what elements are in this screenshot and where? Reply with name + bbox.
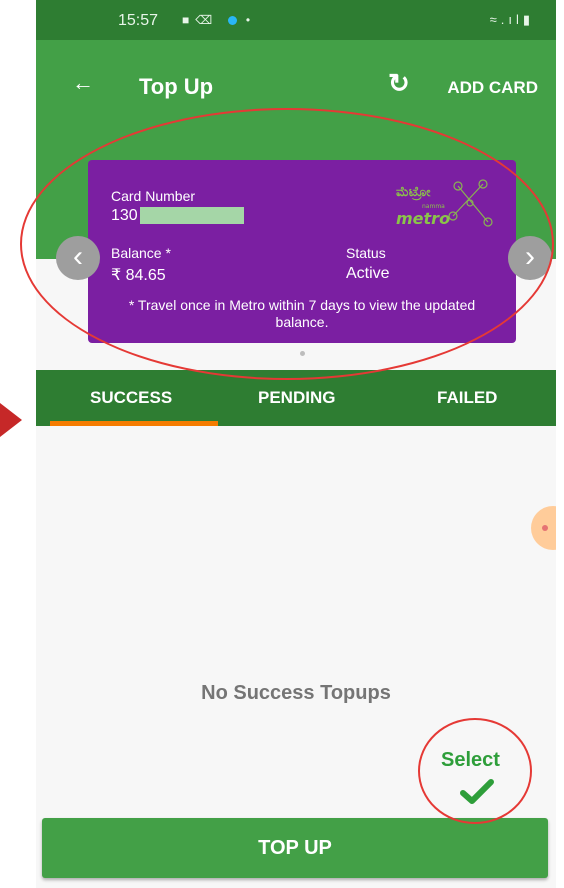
wifi-signal-battery-icon: ≈.ıl▮ xyxy=(489,12,534,27)
status-bar: 15:57 ■⌫ • ≈.ıl▮ xyxy=(36,0,556,40)
active-tab-indicator xyxy=(50,421,218,426)
top-up-button[interactable]: TOP UP xyxy=(42,818,548,878)
add-card-button[interactable]: ADD CARD xyxy=(447,78,538,98)
tab-success[interactable]: SUCCESS xyxy=(90,388,172,408)
status-time: 15:57 xyxy=(118,12,159,29)
checkmark-icon xyxy=(460,779,494,804)
page-title: Top Up xyxy=(139,74,214,99)
tab-failed[interactable]: FAILED xyxy=(437,388,497,408)
annotation-select-label: Select xyxy=(441,749,500,771)
refresh-icon[interactable]: ↻ xyxy=(388,68,410,99)
empty-state-message: No Success Topups xyxy=(201,682,391,704)
back-arrow-icon[interactable]: ← xyxy=(72,70,94,96)
annotation-pointer-arrow xyxy=(0,403,22,437)
annotation-card-highlight xyxy=(20,108,554,380)
floating-action-button[interactable] xyxy=(531,506,556,550)
notification-icons: ■⌫ • xyxy=(182,13,257,27)
notification-dot-icon xyxy=(227,16,237,26)
tab-pending[interactable]: PENDING xyxy=(258,388,335,408)
